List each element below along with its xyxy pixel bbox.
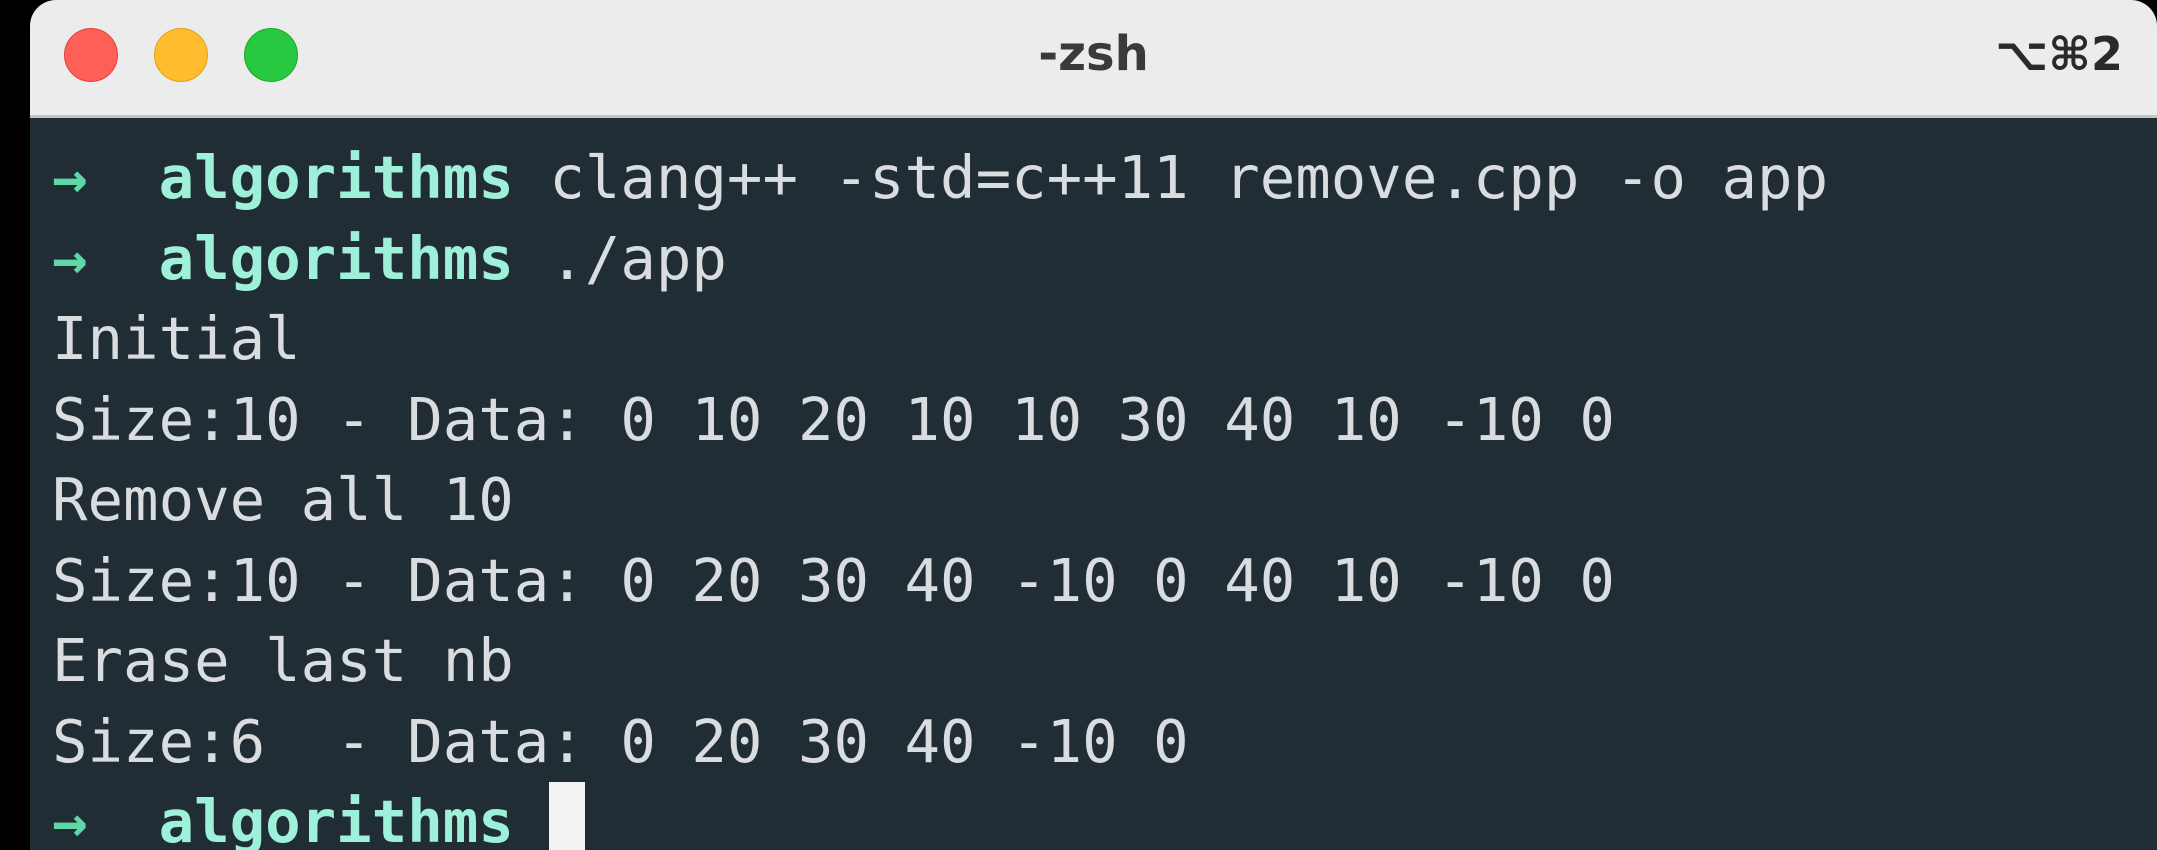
command-text: clang++ -std=c++11 remove.cpp -o app — [549, 143, 1829, 212]
prompt-directory: algorithms — [158, 143, 514, 212]
prompt-arrow-icon: → — [52, 787, 88, 850]
prompt-arrow-icon: → — [52, 223, 88, 293]
output-line: Size:10 - Data: 0 10 20 10 10 30 40 10 -… — [52, 384, 1615, 454]
prompt-arrow-icon: → — [52, 143, 88, 212]
output-line: Size:6 - Data: 0 20 30 40 -10 0 — [52, 706, 1189, 776]
output-line: Size:10 - Data: 0 20 30 40 -10 0 40 10 -… — [52, 545, 1615, 615]
output-line: Initial — [52, 304, 301, 373]
command-text: ./app — [549, 223, 727, 293]
prompt-directory: algorithms — [158, 787, 514, 850]
prompt-line: → algorithms clang++ -std=c++11 remove.c… — [52, 138, 2157, 219]
output-line: Remove all 10 — [52, 465, 514, 534]
tab-shortcut-label: ⌥⌘2 — [1995, 27, 2123, 81]
text-cursor[interactable] — [549, 782, 586, 850]
output-line: Erase last nb — [52, 626, 514, 695]
terminal-content[interactable]: → algorithms clang++ -std=c++11 remove.c… — [52, 138, 2157, 850]
prompt-line: → algorithms — [52, 782, 2157, 850]
window-title: -zsh — [1038, 26, 1149, 82]
terminal-window: -zsh ⌥⌘2 → algorithms clang++ -std=c++11… — [30, 0, 2157, 850]
prompt-directory: algorithms — [158, 223, 514, 293]
prompt-line: → algorithms ./app — [52, 219, 2157, 300]
title-bar[interactable]: -zsh ⌥⌘2 — [30, 0, 2157, 118]
